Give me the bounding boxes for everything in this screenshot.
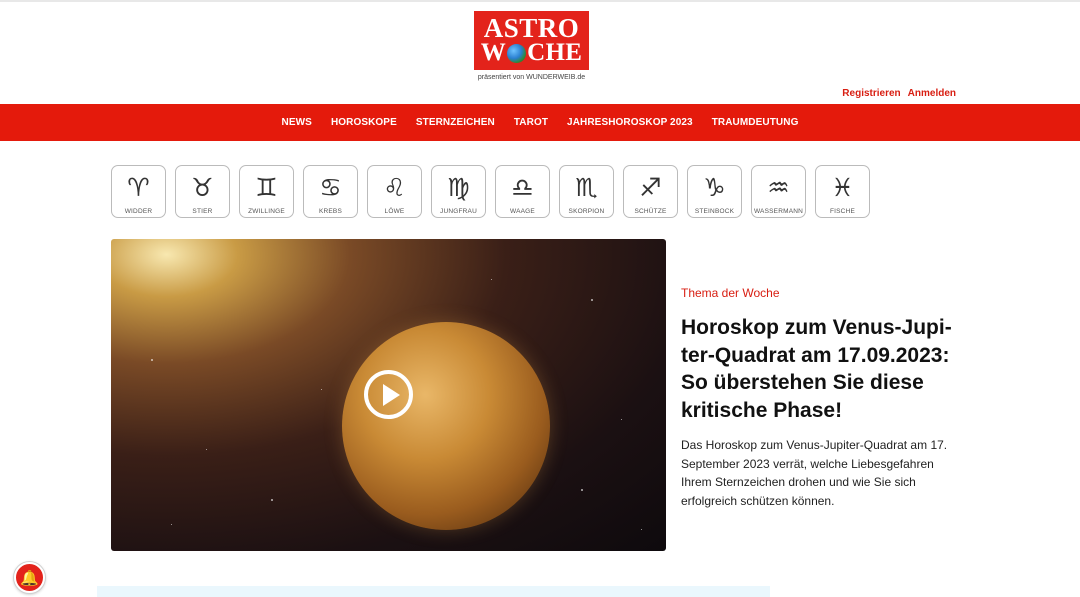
zodiac-steinbock[interactable]: ♑ STEINBOCK (687, 165, 742, 218)
globe-icon (507, 43, 527, 63)
star (206, 449, 207, 450)
site-logo[interactable]: ASTRO W CHE präsentiert von WUNDERWEIB.d… (474, 11, 589, 81)
zodiac-skorpion[interactable]: ♏ SKORPION (559, 165, 614, 218)
aries-icon: ♈ (127, 172, 150, 202)
login-link[interactable]: Anmelden (908, 88, 956, 99)
zodiac-label: STIER (192, 208, 213, 215)
star (581, 489, 583, 491)
article-teaser: Das Horoskop zum Venus-Jupiter-Quadrat a… (681, 438, 948, 508)
nav-item-traumdeutung[interactable]: TRAUMDEUTUNG (712, 117, 799, 128)
aquarius-icon: ♒ (767, 172, 790, 202)
featured-article: Thema der Woche Horoskop zum Venus-Jupi­… (681, 286, 966, 510)
zodiac-widder[interactable]: ♈ WIDDER (111, 165, 166, 218)
zodiac-label: STEINBOCK (694, 208, 735, 215)
logo-line-1: ASTRO (483, 12, 580, 43)
play-icon[interactable] (364, 370, 413, 419)
star (271, 499, 273, 501)
pisces-icon: ♓ (831, 172, 854, 202)
venus-planet-image (342, 322, 550, 530)
nav-item-tarot[interactable]: TAROT (514, 117, 548, 128)
capricorn-icon: ♑ (703, 172, 726, 202)
libra-icon: ♎ (511, 172, 534, 202)
star (321, 389, 322, 390)
hero-video[interactable] (111, 239, 666, 551)
gemini-icon: ♊ (255, 172, 278, 202)
bell-icon[interactable]: 🔔 (14, 562, 45, 593)
star (491, 279, 492, 280)
zodiac-label: SCHÜTZE (634, 208, 667, 215)
nav-item-jahreshoroskop[interactable]: JAHRESHOROSKOP 2023 (567, 117, 693, 128)
zodiac-schuetze[interactable]: ♐ SCHÜTZE (623, 165, 678, 218)
nav-item-sternzeichen[interactable]: STERNZEICHEN (416, 117, 495, 128)
article-kicker: Thema der Woche (681, 286, 780, 300)
star (171, 524, 172, 525)
nav-item-horoskope[interactable]: HOROSKOPE (331, 117, 397, 128)
zodiac-label: WASSERMANN (753, 208, 804, 215)
star (151, 359, 153, 361)
zodiac-stier[interactable]: ♉ STIER (175, 165, 230, 218)
star (621, 419, 622, 420)
logo-subline: präsentiert von WUNDERWEIB.de (477, 74, 586, 81)
taurus-icon: ♉ (191, 172, 214, 202)
zodiac-label: FISCHE (829, 208, 856, 215)
register-link[interactable]: Registrieren (842, 88, 900, 99)
sagittarius-icon: ♐ (639, 172, 662, 202)
logo-badge[interactable]: ASTRO W CHE (474, 11, 589, 70)
zodiac-label: WAAGE (510, 208, 535, 215)
nav-item-news[interactable]: NEWS (282, 117, 312, 128)
cancer-icon: ♋ (319, 172, 342, 202)
zodiac-sign-strip: ♈ WIDDER ♉ STIER ♊ ZWILLINGE ♋ KREBS ♌ LÖWE ♍… (111, 165, 870, 218)
star (591, 299, 593, 301)
zodiac-wassermann[interactable]: ♒ WASSERMANN (751, 165, 806, 218)
zodiac-zwillinge[interactable]: ♊ ZWILLINGE (239, 165, 294, 218)
zodiac-label: ZWILLINGE (248, 208, 285, 215)
virgo-icon: ♍ (447, 172, 470, 202)
play-triangle (382, 383, 400, 406)
zodiac-fische[interactable]: ♓ FISCHE (815, 165, 870, 218)
zodiac-label: SKORPION (568, 208, 605, 215)
top-border (0, 0, 1080, 2)
zodiac-jungfrau[interactable]: ♍ JUNGFRAU (431, 165, 486, 218)
zodiac-krebs[interactable]: ♋ KREBS (303, 165, 358, 218)
main-navigation: NEWS HOROSKOPE STERNZEICHEN TAROT JAHRES… (0, 104, 1080, 141)
zodiac-waage[interactable]: ♎ WAAGE (495, 165, 550, 218)
logo-letters-che: CHE (527, 39, 583, 67)
zodiac-label: LÖWE (384, 208, 405, 215)
logo-line-2: W CHE (480, 39, 583, 67)
logo-letter-w: W (480, 39, 507, 67)
scorpio-icon: ♏ (575, 172, 598, 202)
article-headline[interactable]: Horoskop zum Venus-Jupi­ter-Quadrat am 1… (681, 314, 966, 424)
zodiac-label: KREBS (318, 208, 343, 215)
zodiac-loewe[interactable]: ♌ LÖWE (367, 165, 422, 218)
zodiac-label: WIDDER (124, 208, 153, 215)
auth-links: Registrieren Anmelden (842, 88, 956, 99)
leo-icon: ♌ (383, 172, 406, 202)
zodiac-label: JUNGFRAU (440, 208, 477, 215)
content-band (97, 586, 770, 597)
star (641, 529, 642, 530)
